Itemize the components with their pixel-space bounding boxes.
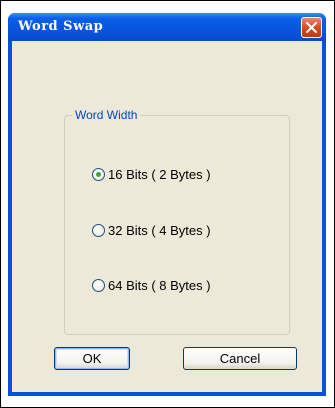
- radio-64-bits[interactable]: 64 Bits ( 8 Bytes ): [92, 277, 211, 293]
- window-title: Word Swap: [18, 19, 104, 34]
- radio-button-32-bits[interactable]: [92, 223, 105, 237]
- radio-32-bits[interactable]: 32 Bits ( 4 Bytes ): [92, 222, 211, 238]
- radio-selected-dot: [96, 171, 101, 177]
- radio-label-16-bits[interactable]: 16 Bits ( 2 Bytes ): [108, 167, 211, 182]
- word-width-group: Word Width 16 Bits ( 2 Bytes ) 32 Bits (…: [64, 108, 290, 335]
- ok-button[interactable]: OK: [54, 347, 130, 370]
- radio-label-64-bits[interactable]: 64 Bits ( 8 Bytes ): [108, 278, 211, 293]
- radio-label-32-bits[interactable]: 32 Bits ( 4 Bytes ): [108, 223, 211, 238]
- group-label: Word Width: [72, 108, 141, 122]
- title-bar[interactable]: Word Swap: [8, 13, 326, 41]
- dialog-body: Word Width 16 Bits ( 2 Bytes ) 32 Bits (…: [12, 41, 322, 392]
- radio-button-16-bits[interactable]: [92, 167, 105, 181]
- radio-16-bits[interactable]: 16 Bits ( 2 Bytes ): [92, 166, 211, 182]
- radio-button-64-bits[interactable]: [92, 278, 105, 292]
- close-button[interactable]: [301, 17, 322, 38]
- word-swap-dialog: Word Swap Word Width 16 Bits ( 2 Bytes )…: [8, 13, 326, 396]
- close-icon: [306, 22, 317, 33]
- cancel-button[interactable]: Cancel: [183, 347, 297, 370]
